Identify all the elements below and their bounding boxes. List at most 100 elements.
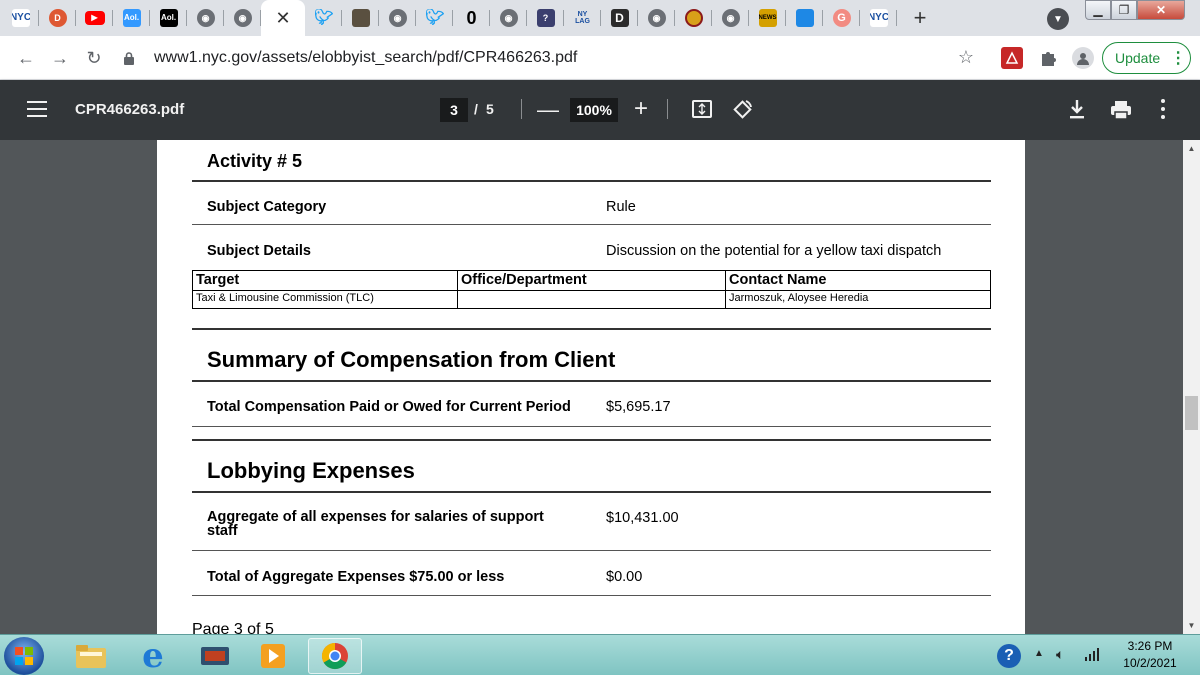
- subject-category-value: Rule: [606, 199, 636, 215]
- address-bar[interactable]: www1.nyc.gov/assets/elobbyist_search/pdf…: [112, 43, 992, 73]
- maximize-button[interactable]: ❐: [1111, 0, 1137, 20]
- tab[interactable]: ▶: [76, 0, 113, 36]
- tab-active[interactable]: ✕: [261, 0, 305, 36]
- divider: [521, 99, 522, 119]
- minimize-button[interactable]: ▁: [1085, 0, 1111, 20]
- print-icon[interactable]: [1110, 100, 1132, 120]
- tab[interactable]: D: [601, 0, 638, 36]
- close-window-button[interactable]: ✕: [1137, 0, 1185, 20]
- volume-icon[interactable]: 🔈︎: [1056, 646, 1064, 663]
- tab[interactable]: ◉: [224, 0, 261, 36]
- tab[interactable]: 🐦︎: [416, 0, 453, 36]
- divider: [192, 550, 991, 551]
- tab[interactable]: 0: [453, 0, 490, 36]
- scrollbar-thumb[interactable]: [1185, 396, 1198, 430]
- zoom-in-icon[interactable]: +: [634, 95, 648, 123]
- divider: [192, 180, 991, 182]
- globe-icon: ◉: [647, 9, 666, 27]
- hamburger-menu-icon[interactable]: [27, 101, 47, 117]
- aol-icon: Aol.: [159, 9, 178, 27]
- media-center-icon[interactable]: [188, 638, 242, 674]
- tab[interactable]: NY LAG: [564, 0, 601, 36]
- windows-explorer-icon[interactable]: [64, 638, 118, 674]
- tab[interactable]: [675, 0, 712, 36]
- network-icon[interactable]: [1085, 647, 1101, 661]
- clock-time: 3:26 PM: [1127, 639, 1173, 653]
- back-icon[interactable]: ←: [14, 46, 38, 70]
- twitter-icon: 🐦︎: [314, 9, 333, 26]
- tab[interactable]: ?: [527, 0, 564, 36]
- tab[interactable]: Aol.: [150, 0, 187, 36]
- tab[interactable]: D: [39, 0, 76, 36]
- expenses-heading: Lobbying Expenses: [207, 458, 415, 483]
- reload-icon[interactable]: ↻: [82, 46, 106, 70]
- divider: [192, 328, 991, 330]
- tab[interactable]: NYC: [860, 0, 897, 36]
- divider: [192, 224, 991, 225]
- table-header: Office/Department: [457, 270, 726, 291]
- system-clock[interactable]: 3:26 PM 10/2/2021: [1110, 638, 1190, 672]
- tab[interactable]: ◉: [712, 0, 749, 36]
- tab-strip: NYC D ▶ Aol. Aol. ◉ ◉ ✕ 🐦︎ ◉ 🐦︎ 0 ◉ ? NY…: [0, 0, 1200, 36]
- fit-to-page-icon[interactable]: [692, 100, 712, 118]
- close-icon[interactable]: ✕: [275, 8, 290, 29]
- tab[interactable]: ◉: [638, 0, 675, 36]
- chrome-icon[interactable]: [308, 638, 362, 674]
- tab-search-icon[interactable]: ▼: [1047, 8, 1069, 30]
- scroll-down-icon[interactable]: ▼: [1183, 617, 1200, 634]
- nyc-logo-icon: NYC: [869, 9, 888, 27]
- pdf-page: Activity # 5 Subject Category Rule Subje…: [157, 140, 1025, 634]
- table-row: Taxi & Limousine Commission (TLC) Jarmos…: [192, 290, 991, 309]
- tab[interactable]: NYC: [2, 0, 39, 36]
- docs-icon: D: [610, 9, 629, 27]
- divider: [192, 491, 991, 493]
- total-aggregate-value: $0.00: [606, 569, 643, 585]
- zoom-input[interactable]: 100%: [570, 98, 618, 122]
- profile-avatar-icon[interactable]: [1072, 47, 1094, 69]
- zoom-out-icon[interactable]: —: [537, 97, 559, 123]
- acrobat-extension-icon[interactable]: [1001, 47, 1023, 69]
- tab[interactable]: 🐦︎: [305, 0, 342, 36]
- rotate-icon[interactable]: [732, 98, 754, 120]
- pdf-viewport[interactable]: Activity # 5 Subject Category Rule Subje…: [0, 140, 1183, 634]
- more-options-icon[interactable]: [1161, 99, 1167, 119]
- page-number-input[interactable]: 3: [440, 98, 468, 122]
- tab[interactable]: NEWS: [749, 0, 786, 36]
- globe-icon: ◉: [499, 9, 518, 27]
- media-player-icon[interactable]: [246, 638, 300, 674]
- internet-explorer-icon[interactable]: e: [126, 636, 180, 675]
- gear-badge-icon: [684, 9, 703, 27]
- tab[interactable]: ◉: [187, 0, 224, 36]
- scrollbar[interactable]: ▲ ▼: [1183, 140, 1200, 634]
- clock-date: 10/2/2021: [1123, 656, 1177, 670]
- kebab-menu-icon: ⋮: [1170, 50, 1187, 67]
- total-aggregate-label: Total of Aggregate Expenses $75.00 or le…: [207, 569, 505, 585]
- tab[interactable]: [786, 0, 823, 36]
- forward-icon[interactable]: →: [48, 46, 72, 70]
- bookmark-star-icon[interactable]: ☆: [958, 47, 974, 68]
- toolbar: ← → ↻ www1.nyc.gov/assets/elobbyist_sear…: [0, 36, 1200, 80]
- new-tab-button[interactable]: +: [905, 3, 935, 33]
- download-icon[interactable]: [1067, 98, 1087, 120]
- extensions-puzzle-icon[interactable]: [1037, 47, 1059, 69]
- subject-details-label: Subject Details: [207, 243, 311, 259]
- start-button[interactable]: [4, 637, 44, 675]
- url-text[interactable]: www1.nyc.gov/assets/elobbyist_search/pdf…: [154, 49, 577, 67]
- divider: [667, 99, 668, 119]
- help-icon[interactable]: ?: [997, 644, 1021, 668]
- tab[interactable]: [342, 0, 379, 36]
- table-header-row: Target Office/Department Contact Name: [192, 270, 991, 291]
- tab[interactable]: Aol.: [113, 0, 150, 36]
- aggregate-label-line: Aggregate of all expenses for salaries o…: [207, 509, 544, 525]
- show-hidden-icons-icon[interactable]: ▲: [1034, 648, 1044, 659]
- total-compensation-value: $5,695.17: [606, 399, 671, 415]
- lock-icon[interactable]: [122, 51, 136, 65]
- target-table: Target Office/Department Contact Name Ta…: [192, 270, 991, 309]
- blue-square-icon: [795, 9, 814, 27]
- tab[interactable]: ◉: [490, 0, 527, 36]
- pdf-toolbar: CPR466263.pdf 3 / 5 — 100% +: [0, 80, 1200, 140]
- scroll-up-icon[interactable]: ▲: [1183, 140, 1200, 157]
- tab[interactable]: G: [823, 0, 860, 36]
- update-button[interactable]: Update ⋮: [1102, 42, 1191, 74]
- tab[interactable]: ◉: [379, 0, 416, 36]
